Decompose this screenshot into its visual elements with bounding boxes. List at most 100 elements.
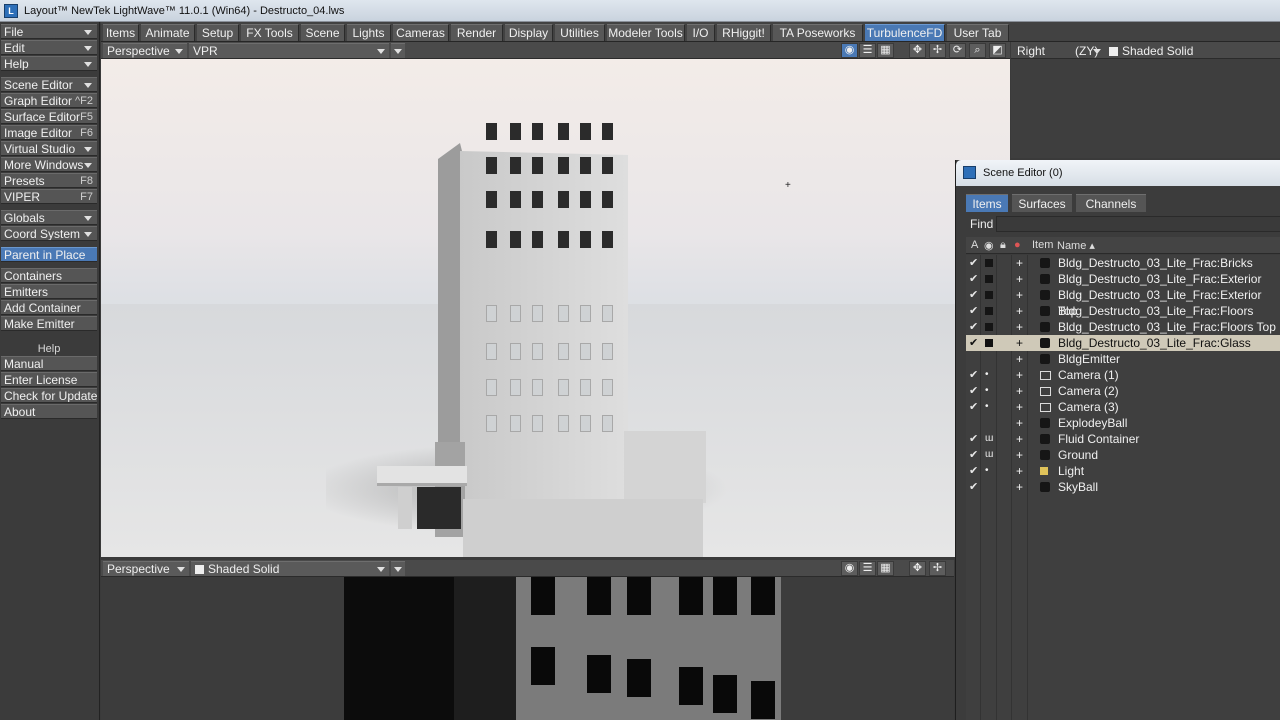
scene-editor-button[interactable]: Scene Editor — [1, 77, 97, 92]
grid-icon[interactable]: ▦ — [877, 561, 894, 576]
tab-ta-poseworks[interactable]: TA Poseworks — [773, 24, 863, 41]
tab-fx-tools[interactable]: FX Tools — [241, 24, 299, 41]
coord-system-button[interactable]: Coord System — [1, 226, 97, 241]
eye-icon[interactable]: ◉ — [984, 239, 994, 252]
active-checkmark-icon[interactable]: ✔ — [969, 431, 978, 447]
tab-utilities[interactable]: Utilities — [555, 24, 605, 41]
tab-surfaces[interactable]: Surfaces — [1012, 194, 1072, 212]
expand-plus-icon[interactable]: + — [1016, 447, 1023, 463]
expand-plus-icon[interactable]: + — [1016, 351, 1023, 367]
lock-icon[interactable]: 🔒︎ — [1000, 239, 1006, 252]
list-item[interactable]: ✔ • + Light — [966, 463, 1280, 479]
scene-editor-titlebar[interactable]: Scene Editor (0) — [956, 160, 1280, 186]
expand-plus-icon[interactable]: + — [1016, 399, 1023, 415]
expand-plus-icon[interactable]: + — [1016, 479, 1023, 495]
manual-button[interactable]: Manual — [1, 356, 97, 371]
viper-button[interactable]: VIPER F7 — [1, 189, 97, 204]
tab-user-tab[interactable]: User Tab — [947, 24, 1009, 41]
list-item[interactable]: ✔ + Bldg_Destructo_03_Lite_Frac:Floors Top — [966, 319, 1280, 335]
bottom-perspective-viewport[interactable] — [101, 577, 954, 720]
item-column-header[interactable]: Item — [1032, 239, 1053, 251]
move-icon[interactable]: ✥ — [909, 43, 926, 58]
color-icon[interactable]: ● — [1014, 239, 1021, 251]
tab-items[interactable]: Items — [966, 194, 1008, 212]
move-icon[interactable]: ✥ — [909, 561, 926, 576]
viewport-options-dropdown[interactable] — [391, 43, 405, 58]
visibility-toggle[interactable]: • — [985, 463, 989, 479]
active-checkmark-icon[interactable]: ✔ — [969, 367, 978, 383]
bottom-viewport-options-dropdown[interactable] — [391, 561, 405, 576]
visibility-toggle[interactable]: ɯ — [985, 447, 993, 463]
axis-dropdown[interactable]: (ZY) — [1071, 43, 1103, 58]
active-checkmark-icon[interactable]: ✔ — [969, 447, 978, 463]
list-icon[interactable]: ☰ — [859, 43, 876, 58]
rotate-icon[interactable]: ⟳ — [949, 43, 966, 58]
tab-setup[interactable]: Setup — [197, 24, 239, 41]
expand-plus-icon[interactable]: + — [1016, 335, 1023, 351]
active-checkmark-icon[interactable]: ✔ — [969, 479, 978, 495]
list-item[interactable]: ✔ + Bldg_Destructo_03_Lite_Frac:Bricks — [966, 255, 1280, 271]
parent-in-place-toggle[interactable]: Parent in Place — [1, 247, 97, 262]
tab-animate[interactable]: Animate — [141, 24, 195, 41]
surface-editor-button[interactable]: Surface Editor F5 — [1, 109, 97, 124]
bottom-view-type-dropdown[interactable]: Perspective — [103, 561, 189, 576]
expand-plus-icon[interactable]: + — [1016, 431, 1023, 447]
tab-items[interactable]: Items — [103, 24, 139, 41]
right-view-type-dropdown[interactable]: Right — [1013, 43, 1069, 58]
active-column-header[interactable]: A — [971, 239, 978, 251]
pan-icon[interactable]: ✢ — [929, 43, 946, 58]
list-icon[interactable]: ☰ — [859, 561, 876, 576]
maximize-icon[interactable]: ◩ — [989, 43, 1006, 58]
expand-plus-icon[interactable]: + — [1016, 319, 1023, 335]
list-item[interactable]: + ExplodeyBall — [966, 415, 1280, 431]
expand-plus-icon[interactable]: + — [1016, 255, 1023, 271]
list-item[interactable]: ✔ • + Camera (1) — [966, 367, 1280, 383]
presets-button[interactable]: Presets F8 — [1, 173, 97, 188]
visibility-toggle[interactable]: • — [985, 383, 989, 399]
camera-icon[interactable]: ◉ — [841, 561, 858, 576]
help-menu[interactable]: Help — [1, 56, 97, 71]
list-item[interactable]: ✔ + Bldg_Destructo_03_Lite_Frac:Exterior T… — [966, 287, 1280, 318]
active-checkmark-icon[interactable]: ✔ — [969, 255, 978, 271]
list-item[interactable]: ✔ ɯ + Ground — [966, 447, 1280, 463]
list-item[interactable]: ✔ • + Camera (3) — [966, 399, 1280, 415]
tab-display[interactable]: Display — [505, 24, 553, 41]
expand-plus-icon[interactable]: + — [1016, 303, 1023, 319]
tab-lights[interactable]: Lights — [347, 24, 391, 41]
right-viewport[interactable] — [1011, 59, 1280, 158]
grid-icon[interactable]: ▦ — [877, 43, 894, 58]
containers-button[interactable]: Containers — [1, 268, 97, 283]
add-container-button[interactable]: Add Container — [1, 300, 97, 315]
active-checkmark-icon[interactable]: ✔ — [969, 399, 978, 415]
list-item[interactable]: ✔ ɯ + Fluid Container — [966, 431, 1280, 447]
tab-scene[interactable]: Scene — [301, 24, 345, 41]
tab-cameras[interactable]: Cameras — [393, 24, 449, 41]
list-item[interactable]: ✔ + SkyBall — [966, 479, 1280, 495]
bottom-render-mode-dropdown[interactable]: Shaded Solid — [191, 561, 389, 576]
camera-icon[interactable]: ◉ — [841, 43, 858, 58]
expand-plus-icon[interactable]: + — [1016, 463, 1023, 479]
tab-turbulencefd[interactable]: TurbulenceFD — [865, 24, 945, 41]
visibility-toggle[interactable]: • — [985, 367, 989, 383]
globals-button[interactable]: Globals — [1, 210, 97, 225]
expand-plus-icon[interactable]: + — [1016, 367, 1023, 383]
tab-rhiggit[interactable]: RHiggit! — [717, 24, 771, 41]
list-item[interactable]: ✔ • + Camera (2) — [966, 383, 1280, 399]
visibility-toggle[interactable]: • — [985, 399, 989, 415]
active-checkmark-icon[interactable]: ✔ — [969, 319, 978, 335]
active-checkmark-icon[interactable]: ✔ — [969, 463, 978, 479]
active-checkmark-icon[interactable]: ✔ — [969, 287, 978, 303]
expand-plus-icon[interactable]: + — [1016, 415, 1023, 431]
graph-editor-button[interactable]: Graph Editor ^F2 — [1, 93, 97, 108]
view-type-dropdown[interactable]: Perspective — [103, 43, 187, 58]
list-item[interactable]: ✔ + Bldg_Destructo_03_Lite_Frac:Glass — [966, 335, 1280, 351]
expand-plus-icon[interactable]: + — [1016, 383, 1023, 399]
active-checkmark-icon[interactable]: ✔ — [969, 303, 978, 319]
expand-plus-icon[interactable]: + — [1016, 287, 1023, 303]
tab-io[interactable]: I/O — [687, 24, 715, 41]
emitters-button[interactable]: Emitters — [1, 284, 97, 299]
tab-channels[interactable]: Channels — [1076, 194, 1146, 212]
active-checkmark-icon[interactable]: ✔ — [969, 271, 978, 287]
virtual-studio-button[interactable]: Virtual Studio — [1, 141, 97, 156]
name-column-header[interactable]: Name ▴ — [1057, 239, 1095, 252]
